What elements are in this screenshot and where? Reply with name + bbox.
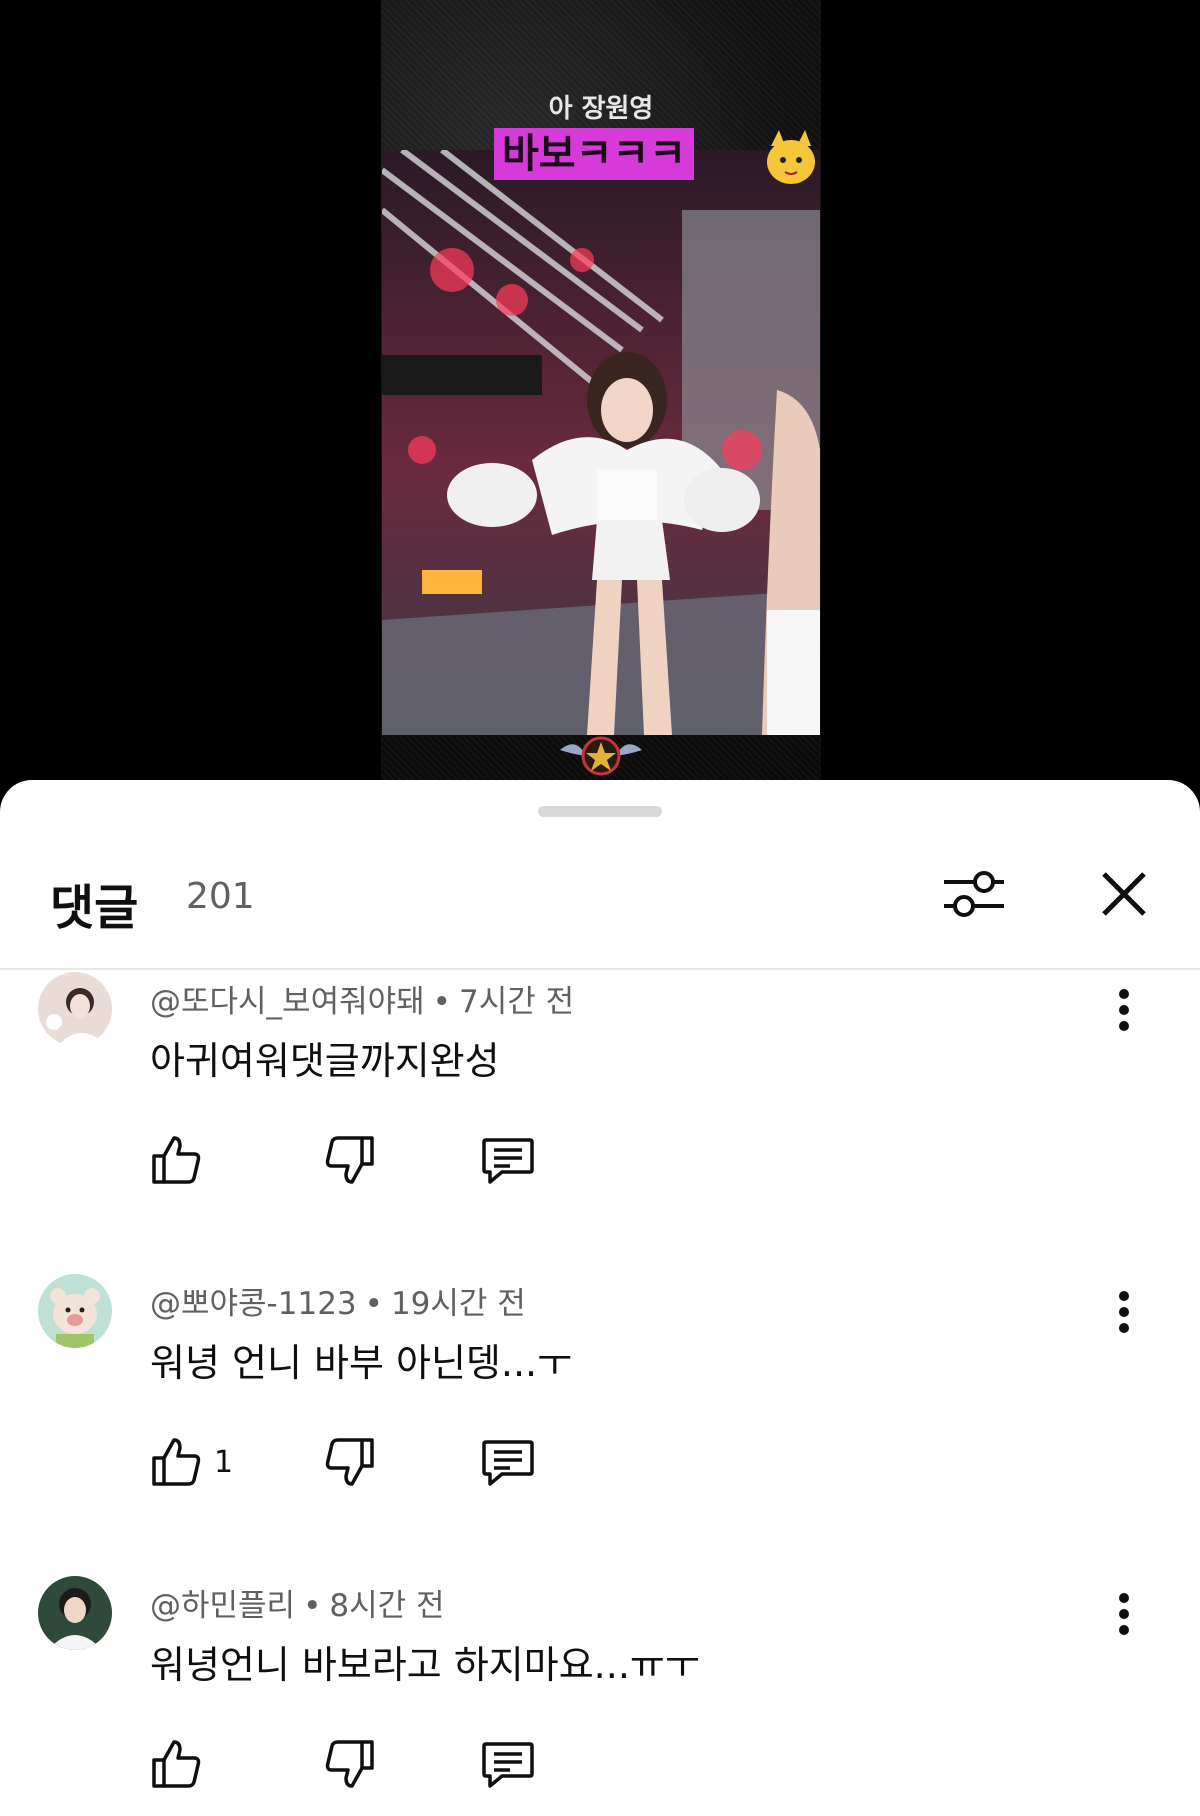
comments-sheet: 댓글 201 @또다시_보여줘야돼 • 7시간 전 아귀여워댓글까지완성 @뽀야… (0, 780, 1200, 1816)
dislike-button[interactable] (324, 1434, 376, 1490)
comments-header: 댓글 201 (0, 848, 1200, 948)
close-button[interactable] (1088, 858, 1160, 930)
like-button[interactable] (150, 1736, 214, 1792)
sort-filter-button[interactable] (938, 858, 1010, 930)
thumbs-up-icon (152, 1740, 201, 1788)
thumbs-up-icon (152, 1438, 201, 1486)
comment-item: @뽀야콩-1123 • 19시간 전 워녕 언니 바부 아닌뎅...ㅜ 1 (0, 1274, 1200, 1574)
drag-handle[interactable] (538, 806, 662, 817)
comment-meta: @뽀야콩-1123 • 19시간 전 (150, 1278, 526, 1323)
meta-separator: • (303, 1588, 322, 1624)
more-vert-icon (1119, 989, 1129, 1031)
comment-actions (150, 1132, 750, 1188)
comment-actions: 1 (150, 1434, 750, 1490)
comment-time: 8시간 전 (329, 1588, 445, 1624)
video-performance-image (382, 150, 820, 735)
comment-author[interactable]: @또다시_보여줘야돼 (150, 984, 425, 1020)
video-overlay-subtitle: 아 장원영 (548, 94, 654, 124)
like-count: 1 (214, 1444, 234, 1480)
header-divider (0, 968, 1200, 970)
meta-separator: • (364, 1286, 383, 1322)
video-player[interactable]: 아 장원영 바보ㅋㅋㅋ (0, 0, 1200, 790)
close-icon (1102, 872, 1146, 916)
thumbs-down-icon (325, 1438, 374, 1486)
thumbs-down-icon (325, 1740, 374, 1788)
comments-count: 201 (186, 876, 255, 917)
avatar[interactable] (38, 972, 112, 1046)
avatar[interactable] (38, 1274, 112, 1348)
comment-text: 아귀여워댓글까지완성 (150, 1039, 500, 1083)
thumbs-down-icon (325, 1136, 374, 1184)
more-vert-icon (1119, 1291, 1129, 1333)
comment-author[interactable]: @뽀야콩-1123 (150, 1286, 357, 1322)
comment-more-button[interactable] (1100, 1584, 1148, 1644)
more-vert-icon (1119, 1593, 1129, 1635)
comment-meta: @하민플리 • 8시간 전 (150, 1580, 445, 1625)
avatar[interactable] (38, 1576, 112, 1650)
comment-meta: @또다시_보여줘야돼 • 7시간 전 (150, 976, 574, 1021)
reply-button[interactable] (480, 1434, 536, 1490)
video-frame: 아 장원영 바보ㅋㅋㅋ (381, 0, 821, 790)
reply-comment-icon (482, 1138, 534, 1184)
dislike-button[interactable] (324, 1736, 376, 1792)
comment-author[interactable]: @하민플리 (150, 1588, 295, 1624)
dislike-button[interactable] (324, 1132, 376, 1188)
comment-time: 7시간 전 (458, 984, 575, 1020)
comment-more-button[interactable] (1100, 1282, 1148, 1342)
like-button[interactable] (150, 1132, 214, 1188)
star-emblem-icon (556, 730, 646, 782)
comment-item: @또다시_보여줘야돼 • 7시간 전 아귀여워댓글까지완성 (0, 972, 1200, 1272)
video-overlay-title: 바보ㅋㅋㅋ (494, 128, 694, 180)
mascot-sticker-icon (761, 128, 817, 190)
reply-comment-icon (482, 1742, 534, 1788)
comment-item: @하민플리 • 8시간 전 워녕언니 바보라고 하지마요...ㅠㅜ (0, 1576, 1200, 1816)
reply-button[interactable] (480, 1132, 536, 1188)
meta-separator: • (432, 984, 451, 1020)
comment-text: 워녕언니 바보라고 하지마요...ㅠㅜ (150, 1643, 700, 1687)
comment-more-button[interactable] (1100, 980, 1148, 1040)
sliders-icon (944, 871, 1004, 917)
comment-time: 19시간 전 (390, 1286, 526, 1322)
reply-comment-icon (482, 1440, 534, 1486)
thumbs-up-icon (152, 1136, 201, 1184)
like-button[interactable]: 1 (150, 1434, 233, 1490)
comment-actions (150, 1736, 750, 1792)
comments-title: 댓글 (50, 880, 139, 936)
comment-text: 워녕 언니 바부 아닌뎅...ㅜ (150, 1341, 573, 1385)
reply-button[interactable] (480, 1736, 536, 1792)
